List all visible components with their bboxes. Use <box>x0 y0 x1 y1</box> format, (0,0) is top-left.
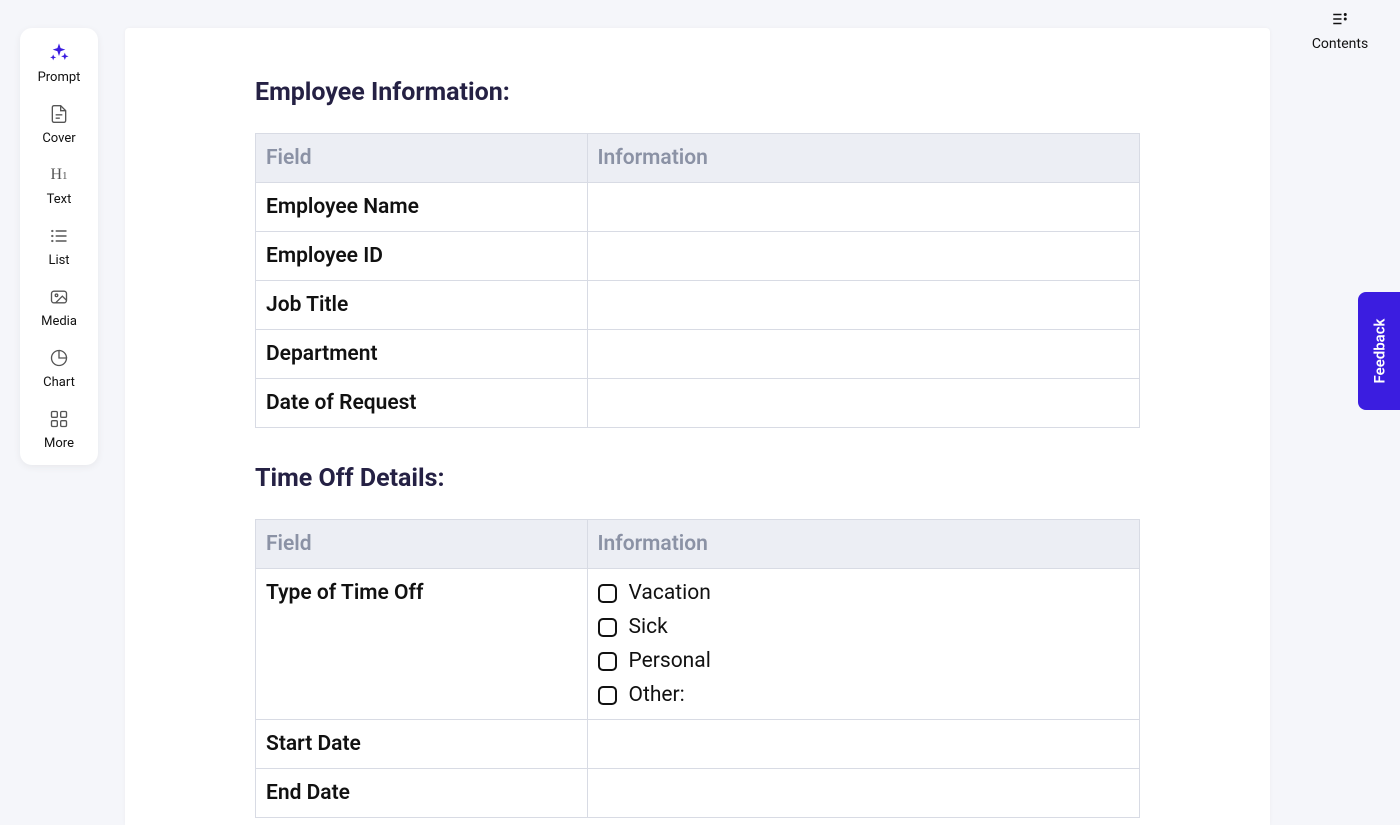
list-icon <box>48 225 70 247</box>
cell-field[interactable]: Job Title <box>256 281 588 330</box>
document-content[interactable]: Employee Information: Field Information … <box>125 28 1270 818</box>
th-field: Field <box>256 520 588 569</box>
checkbox[interactable] <box>598 686 617 705</box>
sidebar-item-label: More <box>44 436 74 451</box>
document-canvas: Employee Information: Field Information … <box>125 28 1270 825</box>
th-field: Field <box>256 134 588 183</box>
cell-value[interactable] <box>587 232 1140 281</box>
cell-value[interactable] <box>587 281 1140 330</box>
sidebar: Prompt Cover H1 Text List Media Chart M <box>20 28 98 465</box>
sidebar-item-label: Media <box>41 314 77 329</box>
th-information: Information <box>587 134 1140 183</box>
cell-field[interactable]: Type of Time Off <box>256 569 588 720</box>
table-row: End Date <box>256 769 1140 818</box>
toc-icon <box>1330 10 1350 32</box>
checkbox-label: Personal <box>629 649 711 673</box>
table-row: Employee Name <box>256 183 1140 232</box>
table-row: Type of Time Off Vacation Sick Personal … <box>256 569 1140 720</box>
checkbox-label: Vacation <box>629 581 711 605</box>
contents-label: Contents <box>1312 36 1368 52</box>
cell-value[interactable] <box>587 769 1140 818</box>
cell-value[interactable] <box>587 183 1140 232</box>
section-title-employee-info: Employee Information: <box>255 78 1140 107</box>
cell-field[interactable]: Department <box>256 330 588 379</box>
table-row: Department <box>256 330 1140 379</box>
rightbar: Contents <box>1280 0 1400 52</box>
cell-field[interactable]: Date of Request <box>256 379 588 428</box>
checkbox[interactable] <box>598 618 617 637</box>
sidebar-item-label: Prompt <box>38 70 81 85</box>
feedback-button[interactable]: Feedback <box>1358 292 1400 410</box>
cell-field[interactable]: End Date <box>256 769 588 818</box>
section-title-time-off: Time Off Details: <box>255 464 1140 493</box>
sidebar-item-media[interactable]: Media <box>20 286 98 329</box>
feedback-label: Feedback <box>1370 319 1388 384</box>
sidebar-item-label: Text <box>47 192 72 207</box>
checkbox-label: Other: <box>629 683 685 707</box>
time-off-table: Field Information Type of Time Off Vacat… <box>255 519 1140 818</box>
checkbox-label: Sick <box>629 615 668 639</box>
th-information: Information <box>587 520 1140 569</box>
cell-value[interactable] <box>587 720 1140 769</box>
sidebar-item-more[interactable]: More <box>20 408 98 451</box>
document-icon <box>48 103 70 125</box>
image-icon <box>48 286 70 308</box>
table-row: Date of Request <box>256 379 1140 428</box>
contents-button[interactable]: Contents <box>1312 10 1368 52</box>
cell-value-options[interactable]: Vacation Sick Personal Other: <box>587 569 1140 720</box>
cell-value[interactable] <box>587 330 1140 379</box>
pie-chart-icon <box>48 347 70 369</box>
sidebar-item-cover[interactable]: Cover <box>20 103 98 146</box>
table-row: Job Title <box>256 281 1140 330</box>
sidebar-item-label: Cover <box>42 131 75 146</box>
sidebar-item-label: List <box>48 253 69 268</box>
sidebar-item-text[interactable]: H1 Text <box>20 164 98 207</box>
table-row: Start Date <box>256 720 1140 769</box>
sidebar-item-label: Chart <box>43 375 75 390</box>
employee-info-table: Field Information Employee Name Employee… <box>255 133 1140 428</box>
cell-field[interactable]: Employee ID <box>256 232 588 281</box>
checkbox[interactable] <box>598 584 617 603</box>
grid-icon <box>48 408 70 430</box>
sparkle-icon <box>48 42 70 64</box>
cell-field[interactable]: Start Date <box>256 720 588 769</box>
cell-value[interactable] <box>587 379 1140 428</box>
heading-icon: H1 <box>48 164 70 186</box>
checkbox[interactable] <box>598 652 617 671</box>
table-row: Employee ID <box>256 232 1140 281</box>
sidebar-item-list[interactable]: List <box>20 225 98 268</box>
cell-field[interactable]: Employee Name <box>256 183 588 232</box>
sidebar-item-prompt[interactable]: Prompt <box>20 42 98 85</box>
sidebar-item-chart[interactable]: Chart <box>20 347 98 390</box>
